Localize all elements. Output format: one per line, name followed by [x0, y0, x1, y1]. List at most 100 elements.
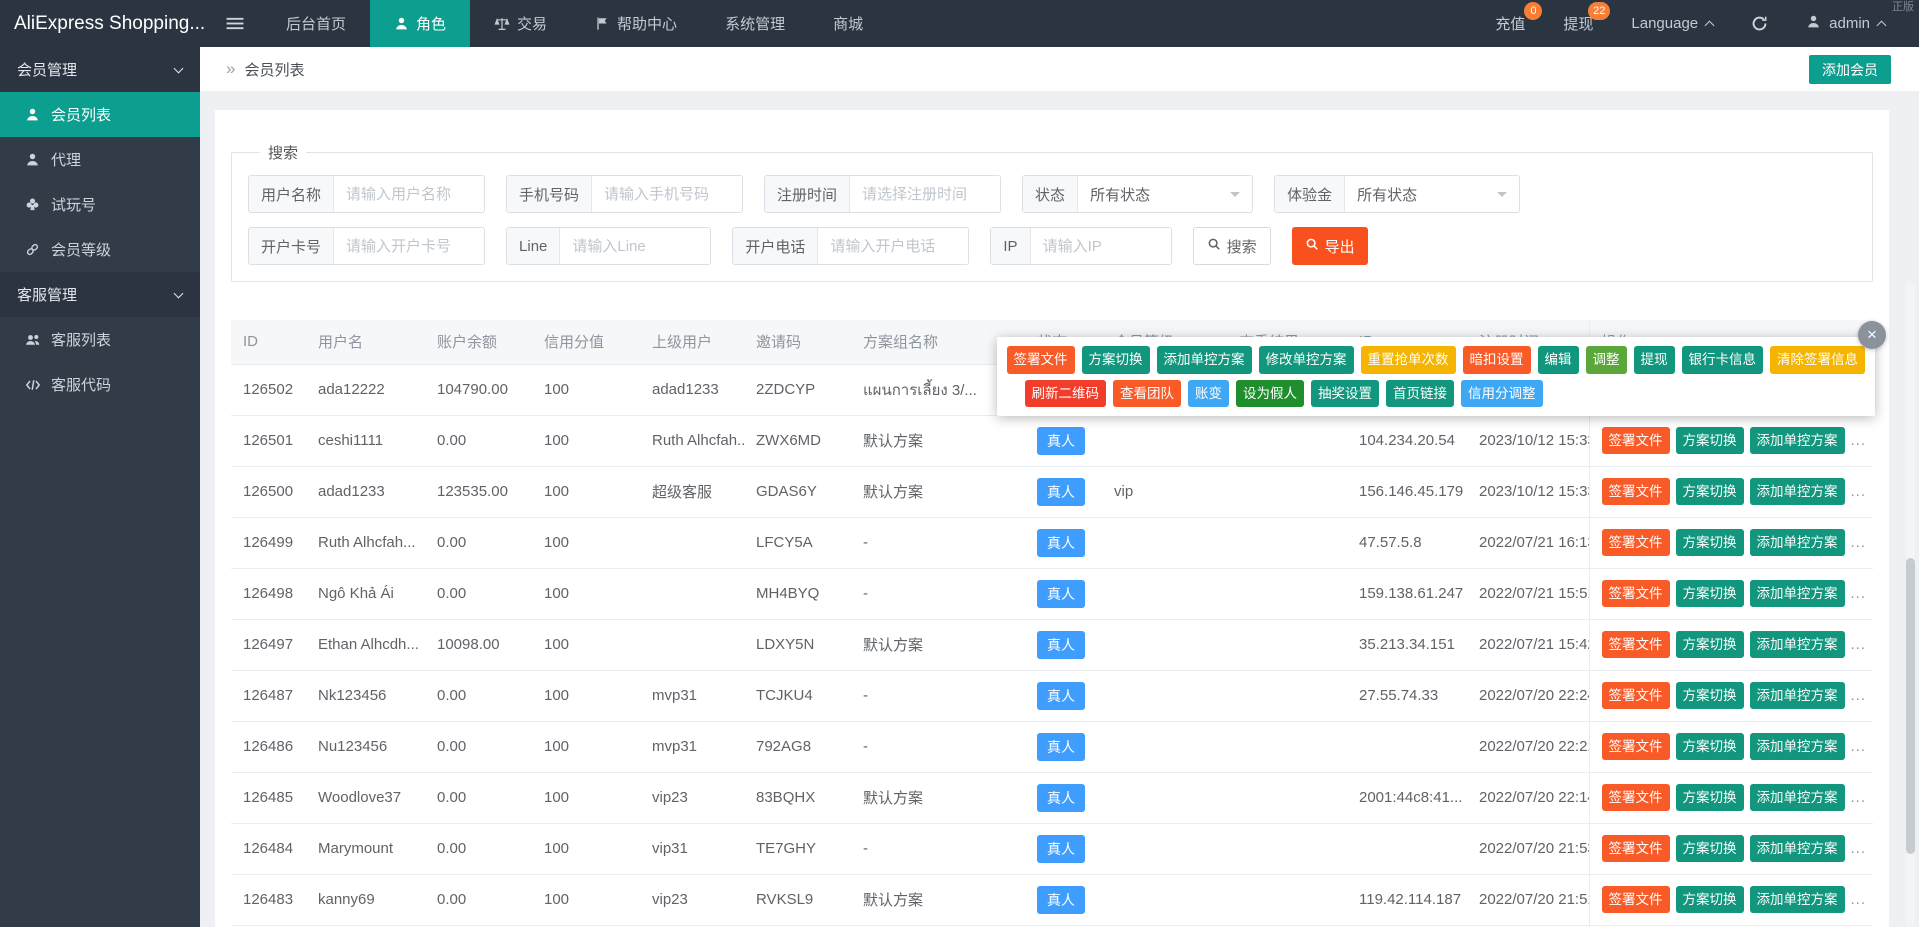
status-badge[interactable]: 真人 [1037, 886, 1085, 914]
popup-action-sign-file[interactable]: 签署文件 [1007, 346, 1075, 374]
language-dropdown[interactable]: Language [1631, 15, 1713, 32]
row-action-add-control-plan[interactable]: 添加单控方案 [1750, 886, 1845, 914]
row-action-add-control-plan[interactable]: 添加单控方案 [1750, 835, 1845, 863]
more-actions[interactable]: ... [1851, 432, 1867, 449]
popup-action-view-team[interactable]: 查看团队 [1113, 380, 1181, 408]
status-badge[interactable]: 真人 [1037, 478, 1085, 506]
ip-input[interactable] [1031, 228, 1171, 264]
popup-action-hidden-deduction[interactable]: 暗扣设置 [1463, 346, 1531, 374]
popup-action-lottery-settings[interactable]: 抽奖设置 [1311, 380, 1379, 408]
reg-time-input[interactable] [850, 176, 1000, 212]
row-action-add-control-plan[interactable]: 添加单控方案 [1750, 631, 1845, 659]
row-action-plan-switch[interactable]: 方案切换 [1676, 835, 1744, 863]
close-icon[interactable]: × [1858, 321, 1886, 349]
username-input[interactable] [334, 176, 484, 212]
trial-fund-select[interactable]: 所有状态 [1345, 176, 1519, 212]
account-phone-input[interactable] [818, 228, 968, 264]
withdraw-link[interactable]: 提现 22 [1563, 13, 1593, 34]
status-badge[interactable]: 真人 [1037, 580, 1085, 608]
more-actions[interactable]: ... [1851, 687, 1867, 704]
nav-item-roles[interactable]: 角色 [370, 0, 470, 47]
sidebar-item-service-list[interactable]: 客服列表 [0, 317, 200, 362]
row-action-sign-file[interactable]: 签署文件 [1602, 682, 1670, 710]
card-no-input[interactable] [334, 228, 484, 264]
popup-action-reset-grab-count[interactable]: 重置抢单次数 [1361, 346, 1456, 374]
popup-action-withdraw[interactable]: 提现 [1634, 346, 1675, 374]
row-action-plan-switch[interactable]: 方案切换 [1676, 580, 1744, 608]
more-actions[interactable]: ... [1851, 636, 1867, 653]
popup-action-refresh-qrcode[interactable]: 刷新二维码 [1025, 380, 1107, 408]
popup-action-balance-change[interactable]: 账变 [1188, 380, 1229, 408]
row-action-plan-switch[interactable]: 方案切换 [1676, 682, 1744, 710]
add-member-button[interactable]: 添加会员 [1809, 55, 1891, 84]
sidebar-item-service-code[interactable]: 客服代码 [0, 362, 200, 407]
nav-item-help-center[interactable]: 帮助中心 [571, 0, 701, 47]
popup-action-adjust[interactable]: 调整 [1586, 346, 1627, 374]
row-action-plan-switch[interactable]: 方案切换 [1676, 784, 1744, 812]
popup-action-clear-sign-info[interactable]: 清除签署信息 [1770, 346, 1865, 374]
row-action-plan-switch[interactable]: 方案切换 [1676, 529, 1744, 557]
row-action-sign-file[interactable]: 签署文件 [1602, 478, 1670, 506]
sidebar-group-service-management[interactable]: 客服管理 [0, 272, 200, 317]
vertical-scrollbar[interactable] [1906, 282, 1915, 927]
nav-item-mall[interactable]: 商城 [809, 0, 887, 47]
row-action-sign-file[interactable]: 签署文件 [1602, 529, 1670, 557]
row-action-plan-switch[interactable]: 方案切换 [1676, 427, 1744, 455]
sidebar-item-trial-account[interactable]: 试玩号 [0, 182, 200, 227]
more-actions[interactable]: ... [1851, 534, 1867, 551]
admin-dropdown[interactable]: admin [1806, 14, 1885, 33]
nav-item-home[interactable]: 后台首页 [262, 0, 370, 47]
row-action-plan-switch[interactable]: 方案切换 [1676, 478, 1744, 506]
popup-action-edit[interactable]: 编辑 [1538, 346, 1579, 374]
row-action-sign-file[interactable]: 签署文件 [1602, 580, 1670, 608]
status-badge[interactable]: 真人 [1037, 529, 1085, 557]
refresh-icon[interactable] [1751, 15, 1768, 32]
export-button[interactable]: 导出 [1292, 227, 1368, 265]
status-badge[interactable]: 真人 [1037, 682, 1085, 710]
phone-input[interactable] [592, 176, 742, 212]
row-action-sign-file[interactable]: 签署文件 [1602, 631, 1670, 659]
row-action-plan-switch[interactable]: 方案切换 [1676, 733, 1744, 761]
popup-action-bank-card-info[interactable]: 银行卡信息 [1682, 346, 1764, 374]
status-badge[interactable]: 真人 [1037, 733, 1085, 761]
more-actions[interactable]: ... [1851, 738, 1867, 755]
search-button[interactable]: 搜索 [1193, 227, 1271, 265]
status-badge[interactable]: 真人 [1037, 631, 1085, 659]
more-actions[interactable]: ... [1851, 789, 1867, 806]
row-action-plan-switch[interactable]: 方案切换 [1676, 631, 1744, 659]
nav-item-trade[interactable]: 交易 [470, 0, 571, 47]
nav-item-system[interactable]: 系统管理 [701, 0, 809, 47]
row-action-plan-switch[interactable]: 方案切换 [1676, 886, 1744, 914]
more-actions[interactable]: ... [1851, 840, 1867, 857]
sidebar-item-member-list[interactable]: 会员列表 [0, 92, 200, 137]
row-action-sign-file[interactable]: 签署文件 [1602, 886, 1670, 914]
popup-action-edit-control-plan[interactable]: 修改单控方案 [1259, 346, 1354, 374]
recharge-link[interactable]: 充值 0 [1495, 13, 1525, 34]
row-action-add-control-plan[interactable]: 添加单控方案 [1750, 784, 1845, 812]
row-action-add-control-plan[interactable]: 添加单控方案 [1750, 427, 1845, 455]
line-input[interactable] [560, 228, 710, 264]
row-action-sign-file[interactable]: 签署文件 [1602, 835, 1670, 863]
more-actions[interactable]: ... [1851, 891, 1867, 908]
sidebar-item-agent[interactable]: 代理 [0, 137, 200, 182]
row-action-add-control-plan[interactable]: 添加单控方案 [1750, 733, 1845, 761]
row-action-sign-file[interactable]: 签署文件 [1602, 427, 1670, 455]
sidebar-item-member-level[interactable]: 会员等级 [0, 227, 200, 272]
sidebar-group-member-management[interactable]: 会员管理 [0, 47, 200, 92]
row-action-sign-file[interactable]: 签署文件 [1602, 733, 1670, 761]
status-badge[interactable]: 真人 [1037, 835, 1085, 863]
popup-action-set-fake[interactable]: 设为假人 [1236, 380, 1304, 408]
status-badge[interactable]: 真人 [1037, 784, 1085, 812]
menu-toggle-icon[interactable] [208, 0, 262, 47]
popup-action-add-control-plan[interactable]: 添加单控方案 [1157, 346, 1252, 374]
row-action-add-control-plan[interactable]: 添加单控方案 [1750, 580, 1845, 608]
row-action-sign-file[interactable]: 签署文件 [1602, 784, 1670, 812]
scrollbar-thumb[interactable] [1906, 558, 1915, 854]
row-action-add-control-plan[interactable]: 添加单控方案 [1750, 478, 1845, 506]
popup-action-home-link[interactable]: 首页链接 [1386, 380, 1454, 408]
more-actions[interactable]: ... [1851, 483, 1867, 500]
popup-action-credit-adjust[interactable]: 信用分调整 [1461, 380, 1543, 408]
more-actions[interactable]: ... [1851, 585, 1867, 602]
status-select[interactable]: 所有状态 [1078, 176, 1252, 212]
row-action-add-control-plan[interactable]: 添加单控方案 [1750, 529, 1845, 557]
